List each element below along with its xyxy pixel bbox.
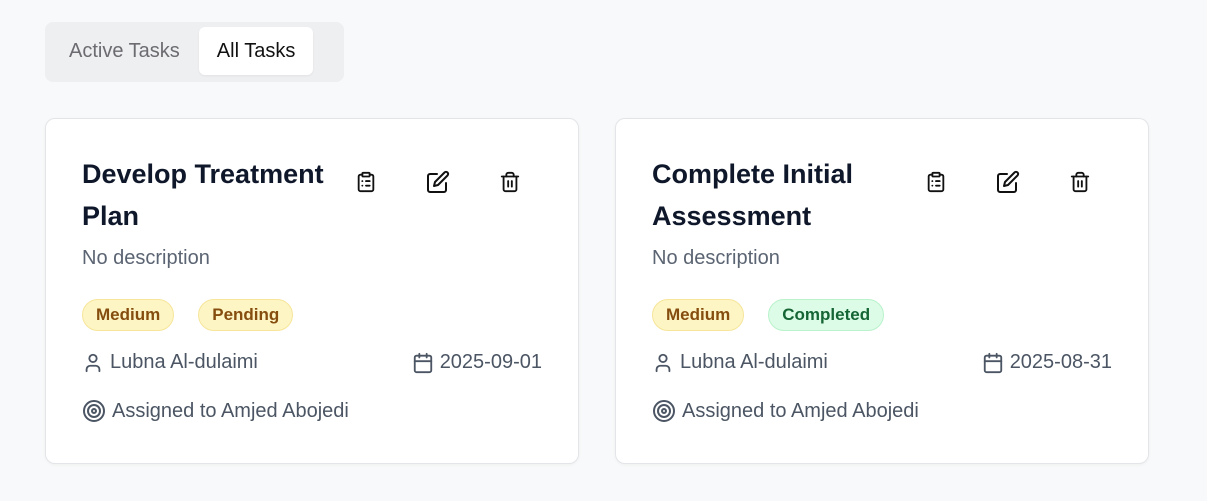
due-date: 2025-09-01 [439,351,542,373]
edit-button[interactable] [996,169,1020,195]
task-badges: Medium Pending [82,299,294,331]
clipboard-icon [925,170,947,194]
task-meta: Lubna Al-dulaimi 2025-09-01 [82,351,542,374]
task-actions [354,169,522,195]
delete-button[interactable] [1068,169,1092,195]
edit-icon [426,170,450,194]
target-icon [652,399,676,423]
edit-button[interactable] [426,169,450,195]
task-actions [924,169,1092,195]
task-description: No description [82,247,210,269]
task-tabs: Active Tasks All Tasks [45,22,344,82]
owner-name: Lubna Al-dulaimi [110,351,258,373]
due-date: 2025-08-31 [1009,351,1112,373]
view-button[interactable] [354,169,378,195]
user-icon [652,352,674,374]
delete-button[interactable] [498,169,522,195]
user-icon [82,352,104,374]
task-card: Develop Treatment Plan No description Me… [45,118,579,464]
priority-badge: Medium [652,299,745,331]
calendar-icon [412,352,434,374]
status-badge: Completed [768,299,885,331]
view-button[interactable] [924,169,948,195]
task-title: Complete Initial Assessment [652,159,854,231]
task-assignee: Assigned to Amjed Abojedi [652,399,919,423]
task-owner: Lubna Al-dulaimi [652,351,828,374]
owner-name: Lubna Al-dulaimi [680,351,828,373]
tab-active-tasks[interactable]: Active Tasks [50,27,199,75]
task-title: Develop Treatment Plan [82,159,324,231]
task-description: No description [652,247,780,269]
assignee-text: Assigned to Amjed Abojedi [682,399,919,422]
task-card: Complete Initial Assessment No descripti… [615,118,1149,464]
task-assignee: Assigned to Amjed Abojedi [82,399,349,423]
target-icon [82,399,106,423]
priority-badge: Medium [82,299,175,331]
edit-icon [996,170,1020,194]
task-badges: Medium Completed [652,299,885,331]
task-meta: Lubna Al-dulaimi 2025-08-31 [652,351,1112,374]
status-badge: Pending [198,299,294,331]
task-due-date: 2025-08-31 [982,351,1112,374]
calendar-icon [982,352,1004,374]
task-due-date: 2025-09-01 [412,351,542,374]
task-owner: Lubna Al-dulaimi [82,351,258,374]
clipboard-icon [355,170,377,194]
trash-icon [1069,170,1091,194]
tab-all-tasks[interactable]: All Tasks [198,27,314,75]
trash-icon [499,170,521,194]
assignee-text: Assigned to Amjed Abojedi [112,399,349,422]
